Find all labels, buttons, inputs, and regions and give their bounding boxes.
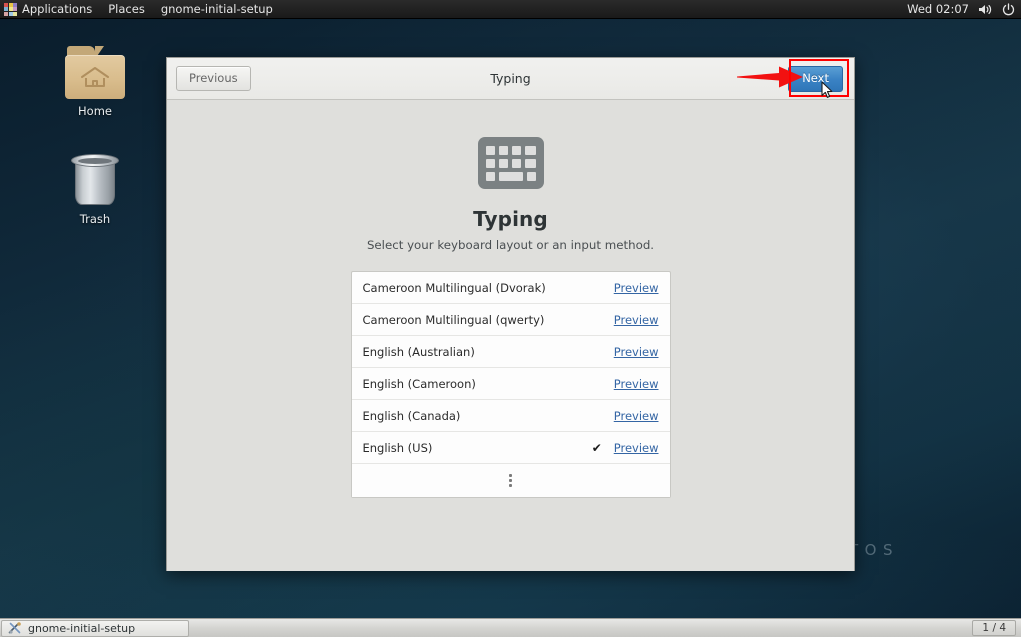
trash-can-icon — [70, 152, 120, 208]
layout-row-name: Cameroon Multilingual (Dvorak) — [362, 280, 546, 295]
volume-icon[interactable] — [978, 3, 993, 16]
applications-grid-icon — [4, 2, 17, 16]
menu-applications-label: Applications — [22, 2, 93, 16]
desktop-icon-trash[interactable]: Trash — [52, 152, 138, 226]
next-button[interactable]: Next — [788, 66, 843, 92]
page-title: Typing — [473, 207, 548, 231]
taskbar: gnome-initial-setup 1 / 4 — [0, 618, 1021, 637]
house-glyph-icon — [81, 67, 109, 87]
layout-row[interactable]: English (US) ✔ Preview — [351, 432, 670, 464]
desktop-icon-trash-label: Trash — [79, 212, 111, 226]
desktop-icon-home-label: Home — [78, 104, 112, 118]
page-subtitle: Select your keyboard layout or an input … — [366, 238, 655, 252]
layout-preview-link[interactable]: Preview — [614, 441, 659, 455]
menu-places-label: Places — [108, 2, 145, 16]
taskbar-item-gnome-initial-setup[interactable]: gnome-initial-setup — [1, 619, 189, 637]
gnome-initial-setup-window: Previous Typing Next Typing Select your … — [166, 57, 855, 571]
top-menu-bar: Applications Places gnome-initial-setup … — [0, 0, 1021, 19]
taskbar-item-label: gnome-initial-setup — [28, 621, 136, 635]
layout-row-name: English (Canada) — [362, 408, 461, 423]
keyboard-icon — [477, 137, 544, 189]
desktop-screen: 7 ENTOS Applications — [0, 0, 1021, 637]
workspace-indicator[interactable]: 1 / 4 — [972, 620, 1016, 636]
previous-button[interactable]: Previous — [176, 65, 251, 92]
layout-preview-link[interactable]: Preview — [614, 313, 659, 327]
menu-applications[interactable]: Applications — [0, 0, 100, 18]
layout-row[interactable]: Cameroon Multilingual (qwerty) Preview — [351, 304, 670, 336]
layout-row[interactable]: English (Cameroon) Preview — [351, 368, 670, 400]
layout-preview-link[interactable]: Preview — [614, 377, 659, 391]
layout-row[interactable]: English (Australian) Preview — [351, 336, 670, 368]
layout-preview-link[interactable]: Preview — [614, 345, 659, 359]
power-icon[interactable] — [1002, 2, 1015, 16]
layout-selected-check-icon: ✔ — [591, 440, 602, 455]
window-header: Previous Typing Next — [167, 58, 854, 100]
home-folder-icon — [63, 46, 127, 100]
window-title: Typing — [490, 71, 531, 86]
menu-places[interactable]: Places — [100, 0, 153, 18]
layout-row[interactable]: Cameroon Multilingual (Dvorak) Preview — [351, 272, 670, 304]
layout-row-name: English (US) — [362, 440, 433, 455]
desktop-icon-home[interactable]: Home — [52, 46, 138, 118]
clock[interactable]: Wed 02:07 — [907, 2, 969, 16]
layout-row[interactable]: English (Canada) Preview — [351, 400, 670, 432]
menu-active-window[interactable]: gnome-initial-setup — [153, 0, 281, 18]
window-body: Typing Select your keyboard layout or an… — [167, 100, 854, 571]
layout-preview-link[interactable]: Preview — [614, 281, 659, 295]
more-layouts-button[interactable] — [351, 464, 670, 497]
layout-row-name: Cameroon Multilingual (qwerty) — [362, 312, 545, 327]
layout-row-name: English (Cameroon) — [362, 376, 476, 391]
gnome-initial-setup-icon — [8, 622, 21, 634]
menu-active-window-label: gnome-initial-setup — [160, 2, 273, 16]
more-options-vertical-dots-icon — [509, 474, 512, 487]
layout-preview-link[interactable]: Preview — [614, 409, 659, 423]
layout-row-name: English (Australian) — [362, 344, 475, 359]
keyboard-layout-list: Cameroon Multilingual (Dvorak) Preview Cam… — [350, 271, 671, 498]
